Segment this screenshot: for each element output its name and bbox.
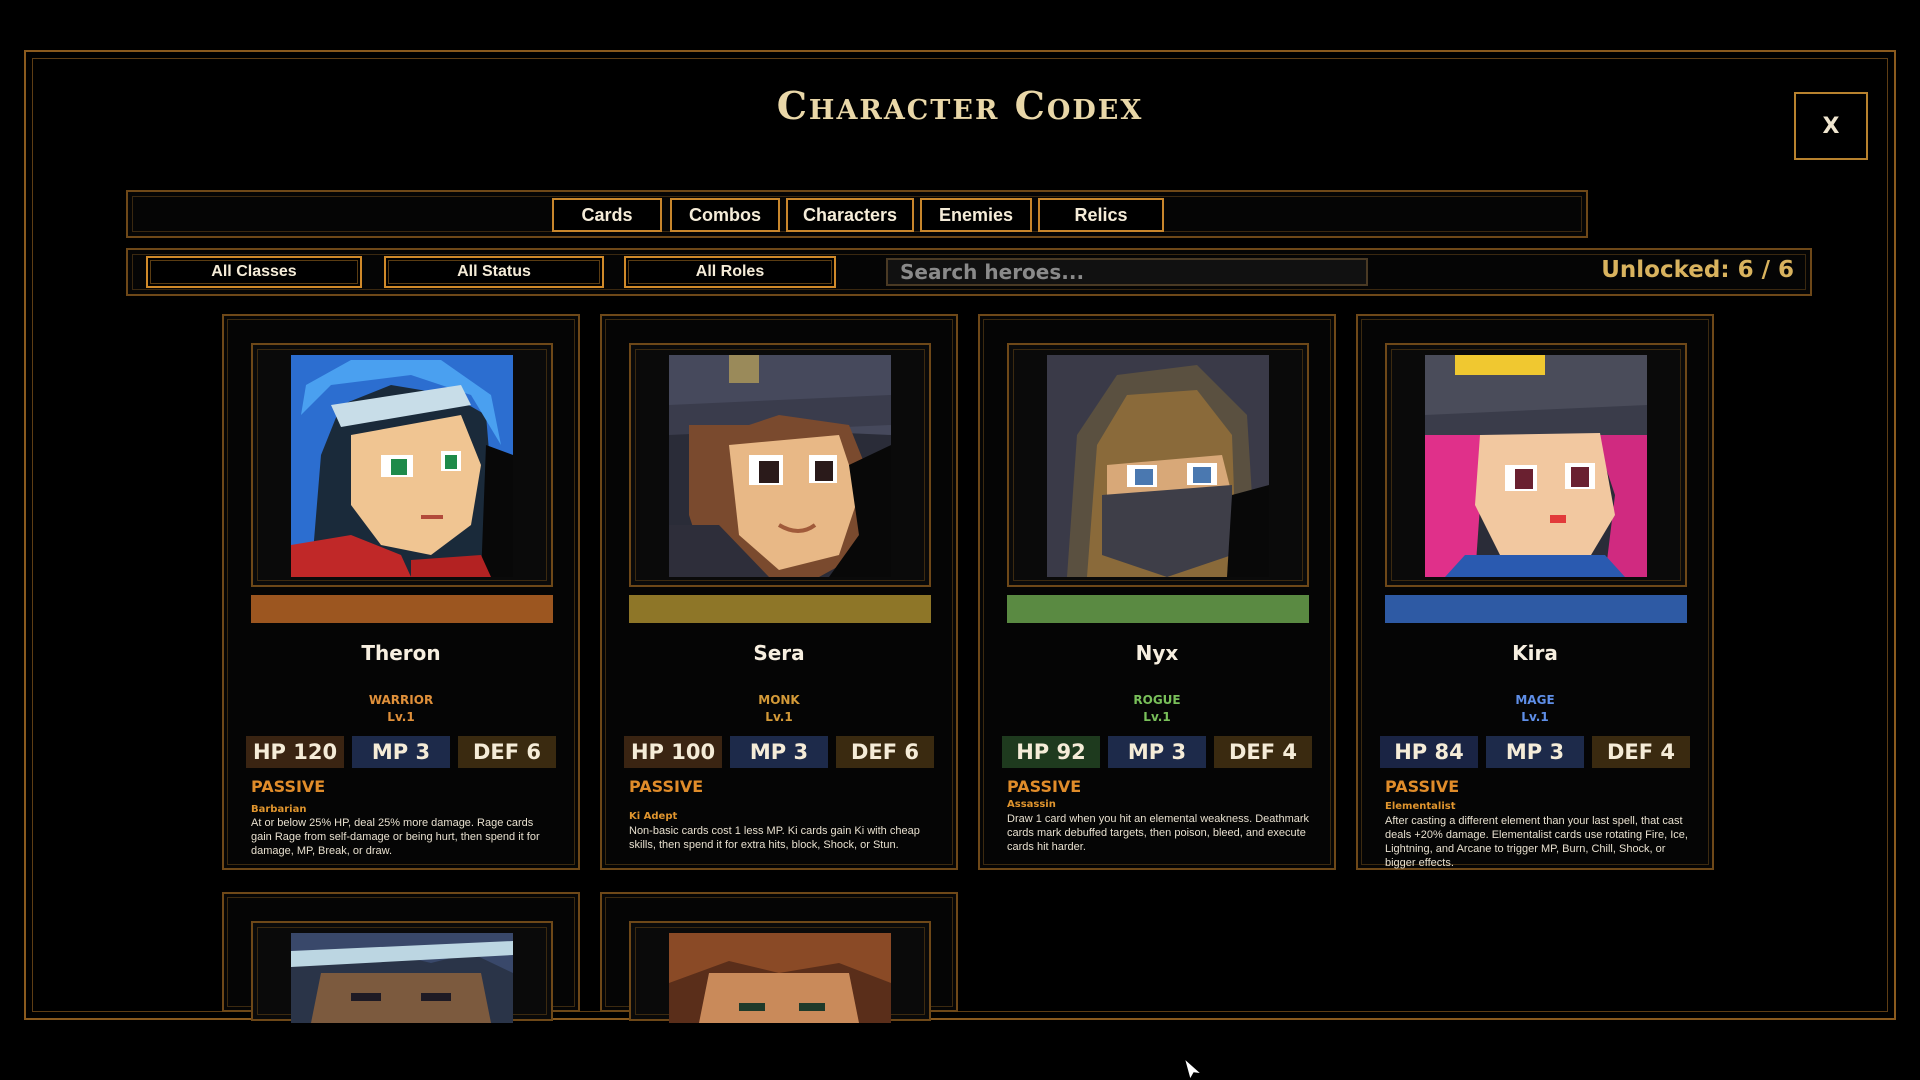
portrait-frame <box>629 343 931 587</box>
passive-title: PASSIVE <box>1385 777 1460 796</box>
hero-portrait <box>1425 355 1647 577</box>
tab-bar: Cards Combos Characters Enemies Relics <box>126 190 1588 238</box>
portrait-frame <box>251 343 553 587</box>
role-filter[interactable]: All Roles <box>624 256 836 288</box>
page-title: Character Codex <box>776 83 1144 128</box>
class-color-bar <box>1385 595 1687 623</box>
hero-card[interactable]: Sera MONK Lv.1 HP 100 MP 3 DEF 6 PASSIVE… <box>600 314 958 870</box>
hero-card[interactable]: Theron WARRIOR Lv.1 HP 120 MP 3 DEF 6 PA… <box>222 314 580 870</box>
mp-stat: MP 3 <box>352 736 450 768</box>
hero-card[interactable]: Kira MAGE Lv.1 HP 84 MP 3 DEF 4 PASSIVE … <box>1356 314 1714 870</box>
hero-portrait <box>669 933 891 1023</box>
filter-bar: All Classes All Status All Roles Unlocke… <box>126 248 1812 296</box>
hero-name: Nyx <box>1135 641 1179 665</box>
hero-portrait <box>669 355 891 577</box>
tab-enemies[interactable]: Enemies <box>920 198 1032 232</box>
passive-title: PASSIVE <box>1007 777 1082 796</box>
def-stat: DEF 6 <box>458 736 556 768</box>
class-color-bar <box>629 595 931 623</box>
mouse-cursor-icon <box>1182 1056 1205 1080</box>
mp-stat: MP 3 <box>1486 736 1584 768</box>
mp-stat: MP 3 <box>1108 736 1206 768</box>
hp-stat: HP 100 <box>624 736 722 768</box>
passive-name: Assassin <box>1007 799 1056 810</box>
hero-class: MAGE <box>1515 693 1555 707</box>
def-stat: DEF 6 <box>836 736 934 768</box>
hero-portrait <box>291 933 513 1023</box>
hero-card[interactable]: Nyx ROGUE Lv.1 HP 92 MP 3 DEF 4 PASSIVE … <box>978 314 1336 870</box>
passive-title: PASSIVE <box>629 777 704 796</box>
tab-characters[interactable]: Characters <box>786 198 914 232</box>
status-filter[interactable]: All Status <box>384 256 604 288</box>
unlocked-count: Unlocked: 6 / 6 <box>1601 257 1794 283</box>
passive-name: Ki Adept <box>629 811 678 822</box>
search-input[interactable] <box>886 258 1368 286</box>
def-stat: DEF 4 <box>1592 736 1690 768</box>
passive-name: Elementalist <box>1385 801 1456 812</box>
portrait-frame <box>1385 343 1687 587</box>
passive-title: PASSIVE <box>251 777 326 796</box>
hero-level: Lv.1 <box>1143 710 1171 724</box>
close-button[interactable]: X <box>1794 92 1868 160</box>
hp-stat: HP 92 <box>1002 736 1100 768</box>
tab-combos[interactable]: Combos <box>670 198 780 232</box>
tab-relics[interactable]: Relics <box>1038 198 1164 232</box>
hero-portrait <box>291 355 513 577</box>
passive-description: At or below 25% HP, deal 25% more damage… <box>251 817 540 857</box>
hero-class: MONK <box>758 693 800 707</box>
portrait-frame <box>1007 343 1309 587</box>
hero-name: Theron <box>361 641 441 665</box>
passive-description: Non-basic cards cost 1 less MP. Ki cards… <box>629 825 920 851</box>
hero-class: ROGUE <box>1133 693 1181 707</box>
hero-class: WARRIOR <box>368 693 434 707</box>
hero-card-partial[interactable] <box>600 892 958 1023</box>
hero-level: Lv.1 <box>387 710 415 724</box>
mp-stat: MP 3 <box>730 736 828 768</box>
hero-portrait <box>1047 355 1269 577</box>
hero-name: Kira <box>1512 641 1558 665</box>
hero-name: Sera <box>753 641 805 665</box>
passive-description: Draw 1 card when you hit an elemental we… <box>1007 813 1310 853</box>
passive-name: Barbarian <box>251 804 307 815</box>
class-filter[interactable]: All Classes <box>146 256 362 288</box>
class-color-bar <box>251 595 553 623</box>
hero-card-partial[interactable] <box>222 892 580 1023</box>
hp-stat: HP 120 <box>246 736 344 768</box>
hero-level: Lv.1 <box>765 710 793 724</box>
class-color-bar <box>1007 595 1309 623</box>
passive-description: After casting a different element than y… <box>1385 815 1688 869</box>
hp-stat: HP 84 <box>1380 736 1478 768</box>
def-stat: DEF 4 <box>1214 736 1312 768</box>
tab-cards[interactable]: Cards <box>552 198 662 232</box>
hero-level: Lv.1 <box>1521 710 1549 724</box>
